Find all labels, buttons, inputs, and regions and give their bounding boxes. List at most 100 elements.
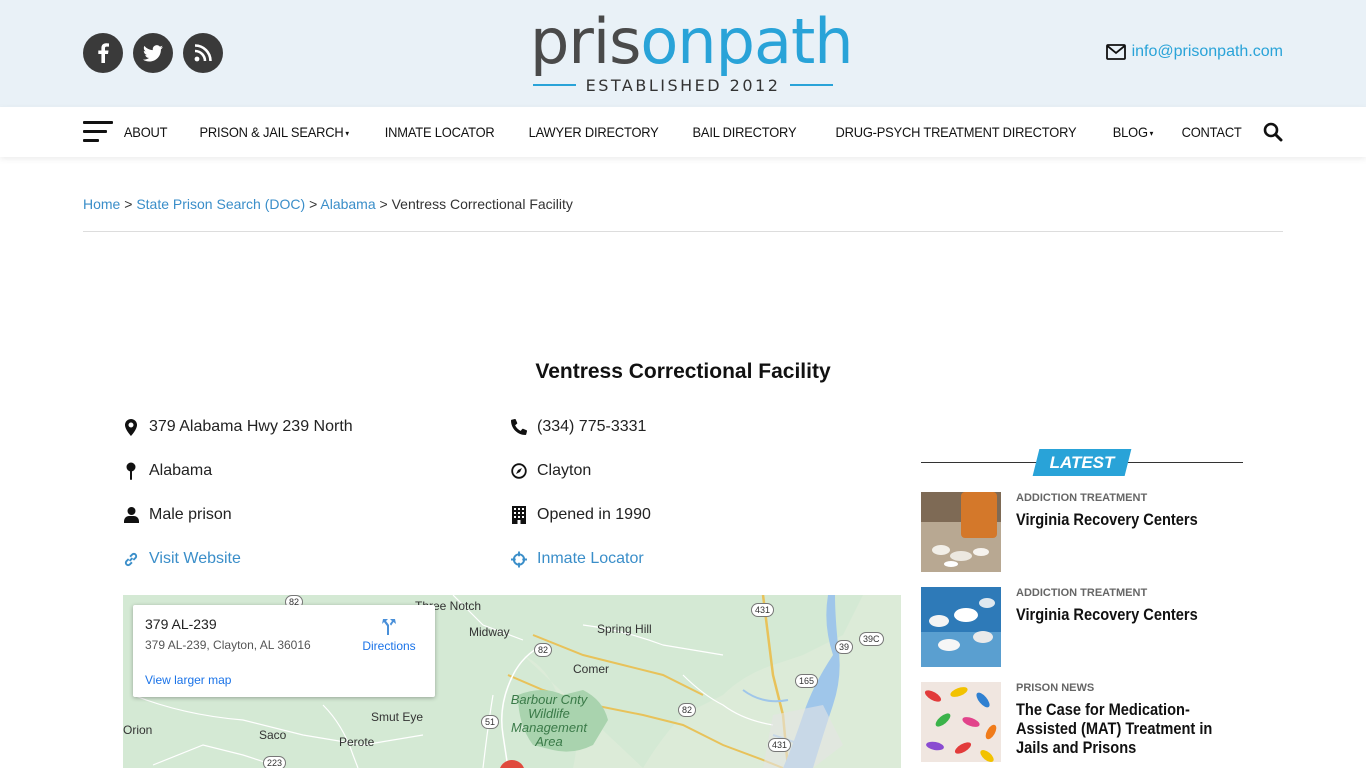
page-title: Ventress Correctional Facility — [535, 360, 831, 383]
sidebar-post[interactable]: ADDICTION TREATMENT Virginia Recovery Ce… — [921, 587, 1243, 667]
visit-website-text: Visit Website — [149, 550, 241, 567]
road-shield: 431 — [751, 603, 775, 617]
map-place-label: Saco — [259, 728, 287, 742]
logo-tagline: ESTABLISHED 2012 — [585, 75, 781, 95]
inmate-locator-link[interactable]: Inmate Locator — [511, 550, 644, 568]
user-icon — [123, 506, 139, 524]
search-icon[interactable] — [1263, 122, 1283, 147]
breadcrumb-current: Ventress Correctional Facility — [391, 196, 573, 212]
nav-item-label: INMATE LOCATOR — [384, 124, 495, 140]
nav-item-label: PRISON & JAIL SEARCH — [199, 124, 344, 140]
nav-item-label: DRUG-PSYCH TREATMENT DIRECTORY — [835, 124, 1077, 140]
directions-label: Directions — [362, 639, 416, 653]
nav-item-about[interactable]: ABOUT — [113, 124, 179, 140]
logo-text-part2: on — [640, 5, 716, 78]
directions-button[interactable]: Directions — [361, 617, 417, 653]
sidebar-post[interactable]: PRISON NEWS The Case for Medication-Assi… — [921, 682, 1243, 762]
pin-icon — [123, 462, 139, 480]
post-title[interactable]: The Case for Medication-Assisted (MAT) T… — [1016, 700, 1246, 757]
main-nav: ABOUT PRISON & JAIL SEARCH ▾ INMATE LOCATOR… — [0, 107, 1366, 157]
map-card-address: 379 AL-239, Clayton, AL 36016 — [145, 638, 311, 652]
directions-icon — [382, 619, 396, 635]
map-place-label: Midway — [469, 625, 510, 639]
nav-item-inmate-locator[interactable]: INMATE LOCATOR — [373, 124, 505, 140]
nav-item-drug-psych-treatment-directory[interactable]: DRUG-PSYCH TREATMENT DIRECTORY — [824, 124, 1087, 140]
state-text: Alabama — [149, 462, 213, 479]
divider — [83, 231, 1283, 232]
nav-item-label: BAIL DIRECTORY — [692, 124, 797, 140]
map-embed[interactable]: Three Notch Midway Spring Hill Comer Smu… — [123, 595, 901, 768]
post-thumbnail[interactable] — [921, 587, 1001, 667]
view-larger-map-link[interactable]: View larger map — [145, 673, 231, 687]
road-shield: 39C — [859, 632, 884, 646]
type-text: Male prison — [149, 506, 232, 523]
top-header: prisonpath ESTABLISHED 2012 info@prisonp… — [0, 0, 1366, 107]
twitter-icon[interactable] — [133, 33, 173, 73]
post-category: ADDICTION TREATMENT — [1016, 587, 1148, 599]
opened-info: Opened in 1990 — [511, 506, 651, 524]
breadcrumb-home[interactable]: Home — [83, 196, 120, 212]
latest-badge: LATEST — [1049, 452, 1115, 472]
nav-item-blog[interactable]: BLOG ▾ — [1102, 124, 1165, 140]
road-shield: 431 — [768, 738, 792, 752]
nav-item-label: LAWYER DIRECTORY — [528, 124, 659, 140]
email-text: info@prisonpath.com — [1131, 43, 1283, 60]
breadcrumb-separator: > — [309, 196, 318, 212]
logo-text-part1: pris — [530, 5, 641, 78]
address-info: 379 Alabama Hwy 239 North — [123, 418, 353, 436]
visit-website-link[interactable]: Visit Website — [123, 550, 241, 568]
map-info-card: 379 AL-239 379 AL-239, Clayton, AL 36016… — [133, 605, 435, 697]
nav-item-lawyer-directory[interactable]: LAWYER DIRECTORY — [517, 124, 669, 140]
address-text: 379 Alabama Hwy 239 North — [149, 418, 353, 435]
breadcrumb: Home > State Prison Search (DOC) > Alaba… — [83, 196, 573, 212]
map-place-label: Comer — [573, 662, 610, 676]
logo-text-part3: path — [715, 5, 854, 78]
nav-item-label: CONTACT — [1181, 124, 1242, 140]
facebook-icon[interactable] — [83, 33, 123, 73]
nav-item-prison-jail-search[interactable]: PRISON & JAIL SEARCH ▾ — [189, 124, 360, 140]
post-category: ADDICTION TREATMENT — [1016, 492, 1148, 504]
email-link[interactable]: info@prisonpath.com — [1105, 43, 1283, 61]
road-shield: 39 — [835, 640, 854, 654]
chevron-down-icon: ▾ — [1149, 128, 1154, 138]
map-place-label: Smut Eye — [371, 710, 424, 724]
map-place-label: Spring Hill — [597, 622, 652, 636]
site-logo[interactable]: prisonpath ESTABLISHED 2012 — [530, 6, 854, 96]
compass-icon — [511, 462, 527, 480]
type-info: Male prison — [123, 506, 232, 524]
rss-icon[interactable] — [183, 33, 223, 73]
breadcrumb-state-prison-search[interactable]: State Prison Search (DOC) — [136, 196, 305, 212]
nav-item-contact[interactable]: CONTACT — [1170, 124, 1252, 140]
nav-item-label: BLOG — [1112, 124, 1148, 140]
post-thumbnail[interactable] — [921, 682, 1001, 762]
post-title[interactable]: Virginia Recovery Centers — [1016, 605, 1214, 624]
city-info: Clayton — [511, 462, 591, 480]
crosshair-icon — [511, 550, 527, 568]
breadcrumb-separator: > — [124, 196, 133, 212]
inmate-locator-text: Inmate Locator — [537, 550, 644, 567]
state-info: Alabama — [123, 462, 212, 480]
road-shield: 51 — [481, 715, 500, 729]
post-category: PRISON NEWS — [1016, 682, 1095, 694]
link-icon — [123, 550, 139, 568]
road-shield: 223 — [263, 756, 287, 768]
map-marker-icon — [123, 418, 139, 436]
map-place-label: Orion — [123, 723, 153, 737]
map-park-label: Barbour Cnty Wildlife Management Area — [510, 692, 588, 749]
map-place-label: Perote — [339, 735, 375, 749]
nav-item-label: ABOUT — [123, 124, 168, 140]
nav-item-bail-directory[interactable]: BAIL DIRECTORY — [682, 124, 808, 140]
post-title[interactable]: Virginia Recovery Centers — [1016, 510, 1214, 529]
sidebar-post[interactable]: ADDICTION TREATMENT Virginia Recovery Ce… — [921, 492, 1243, 572]
map-card-title: 379 AL-239 — [145, 616, 217, 632]
envelope-icon — [1105, 44, 1126, 60]
phone-info: (334) 775-3331 — [511, 418, 646, 436]
post-thumbnail[interactable] — [921, 492, 1001, 572]
opened-text: Opened in 1990 — [537, 506, 651, 523]
breadcrumb-separator: > — [379, 196, 388, 212]
road-shield: 165 — [795, 674, 819, 688]
chevron-down-icon: ▾ — [345, 128, 350, 138]
road-shield: 82 — [534, 643, 553, 657]
breadcrumb-state[interactable]: Alabama — [320, 196, 375, 212]
building-icon — [511, 506, 527, 524]
